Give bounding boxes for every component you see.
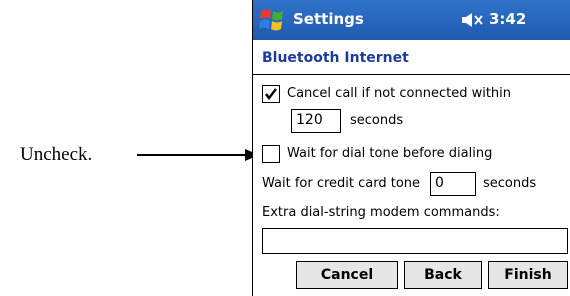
cancel-call-checkbox[interactable] [262,85,280,103]
pocketpc-screen: Settings 3:42 Bluetooth Internet Cancel … [252,0,570,296]
clock-time[interactable]: 3:42 [489,10,526,28]
timeout-field[interactable]: 120 [291,109,341,133]
callout-label: Uncheck. [20,144,93,165]
dial-tone-label: Wait for dial tone before dialing [287,146,493,161]
credit-card-unit-label: seconds [483,176,537,191]
checkmark-icon [265,88,277,100]
credit-card-field[interactable]: 0 [430,172,476,196]
extra-commands-label: Extra dial-string modem commands: [262,205,500,220]
extra-commands-field[interactable] [262,228,568,254]
credit-card-label: Wait for credit card tone [262,176,421,191]
app-title: Settings [293,10,364,28]
dial-tone-checkbox[interactable] [262,145,280,163]
page-title: Bluetooth Internet [262,50,409,66]
arrow-icon [137,149,259,161]
cancel-button[interactable]: Cancel [296,261,398,289]
header-divider [253,74,570,75]
timeout-unit-label: seconds [350,113,404,128]
speaker-icon[interactable] [461,12,485,28]
cancel-call-label: Cancel call if not connected within [287,86,512,101]
title-bar: Settings 3:42 [253,0,570,40]
finish-button[interactable]: Finish [488,261,568,289]
back-button[interactable]: Back [404,261,482,289]
windows-start-icon[interactable] [258,7,286,33]
